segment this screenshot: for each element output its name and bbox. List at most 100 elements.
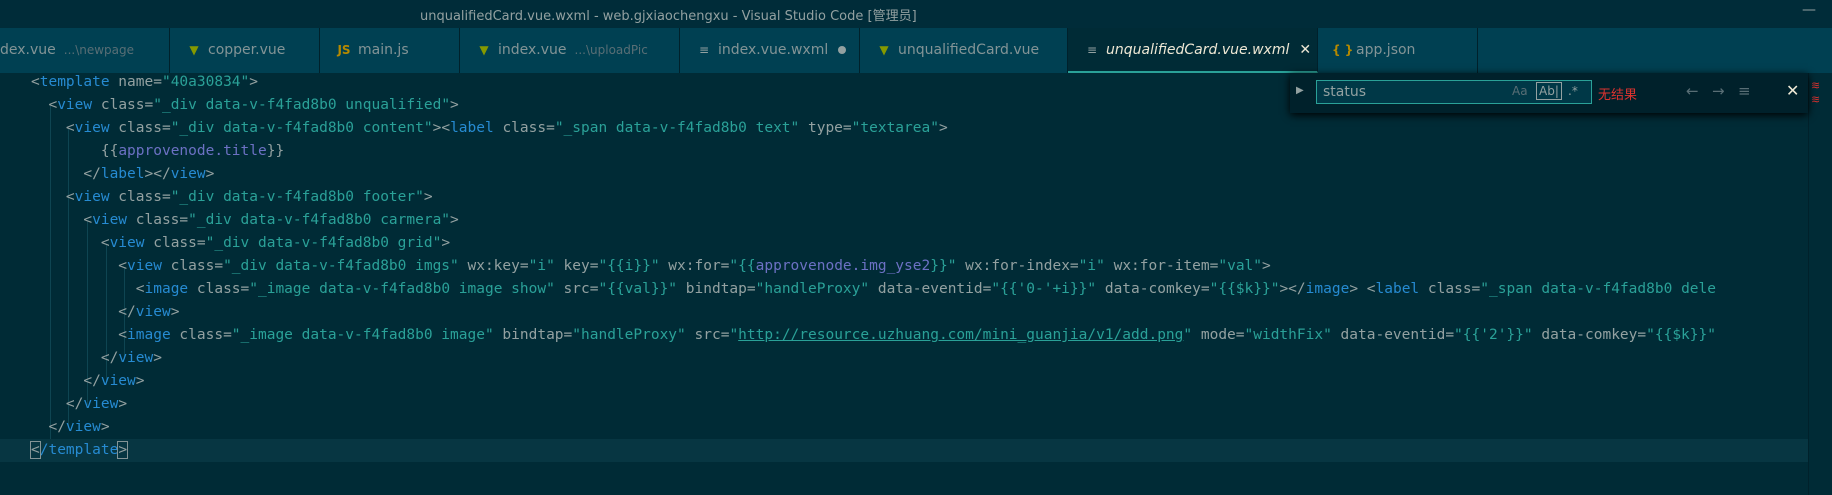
regex-button[interactable]: .* xyxy=(1568,84,1578,98)
code-link[interactable]: http://resource.uzhuang.com/mini_guanjia… xyxy=(738,327,1183,343)
code-token: >< xyxy=(432,120,451,136)
code-token: "{{i}}" xyxy=(598,258,660,274)
code-token: "val" xyxy=(1218,258,1263,274)
code-token: class= xyxy=(188,281,250,297)
tab[interactable]: ≡ unqualifiedCard.vue.wxml ✕ xyxy=(1068,28,1318,73)
code-token: "i" xyxy=(1078,258,1105,274)
tab[interactable]: ▼ copper.vue xyxy=(170,28,320,73)
vue-icon: ▼ xyxy=(479,43,489,57)
code-token: > xyxy=(423,189,433,205)
code-token: wx:for= xyxy=(659,258,730,274)
minimap[interactable]: ≋ ≋ xyxy=(1808,73,1832,495)
code-line[interactable]: </template> xyxy=(0,439,1832,462)
code-token: class= xyxy=(170,327,232,343)
code-token: }}" xyxy=(930,258,957,274)
code-line[interactable]: <image class="_image data-v-f4fad8b0 ima… xyxy=(0,324,1716,347)
whole-word-button[interactable]: Ab| xyxy=(1536,82,1562,100)
code-line[interactable]: <view class="_div data-v-f4fad8b0 unqual… xyxy=(0,94,458,117)
code-line[interactable]: </view> xyxy=(0,301,179,324)
code-token: view xyxy=(118,350,154,366)
code-line[interactable]: <view class="_div data-v-f4fad8b0 grid"> xyxy=(0,232,450,255)
match-case-button[interactable]: Aa xyxy=(1512,84,1528,98)
code-token: > xyxy=(100,419,110,435)
code-token: > xyxy=(450,212,459,228)
code-line[interactable]: </label></view> xyxy=(0,163,214,186)
code-token: "{{$k}}" xyxy=(1646,327,1716,343)
find-in-selection-button[interactable]: ≡ xyxy=(1738,82,1751,100)
code-token: < xyxy=(31,74,40,90)
code-token: key= xyxy=(554,258,599,274)
code-line[interactable]: <image class="_image data-v-f4fad8b0 ima… xyxy=(0,278,1716,301)
code-line[interactable]: <view class="_div data-v-f4fad8b0 footer… xyxy=(0,186,433,209)
code-token: </ xyxy=(31,396,84,412)
code-token: "{{'2'}}" xyxy=(1454,327,1533,343)
code-line[interactable]: <view class="_div data-v-f4fad8b0 conten… xyxy=(0,117,948,140)
code-line[interactable]: <view class="_div data-v-f4fad8b0 carmer… xyxy=(0,209,459,232)
code-token: {{ xyxy=(31,143,119,159)
code-token: approvenode.title xyxy=(118,143,267,159)
tab[interactable]: JS main.js xyxy=(320,28,460,73)
code-token: view xyxy=(170,166,206,182)
code-token: view xyxy=(135,304,171,320)
code-token: < xyxy=(31,189,75,205)
code-token: "{{$k}}" xyxy=(1209,281,1280,297)
minimap-mark: ≋ xyxy=(1811,79,1821,92)
code-line[interactable]: <view class="_div data-v-f4fad8b0 imgs" … xyxy=(0,255,1270,278)
title-bar: unqualifiedCard.vue.wxml - web.gjxiaoche… xyxy=(0,0,1832,28)
code-token: < xyxy=(31,97,58,113)
code-token: > xyxy=(117,441,129,459)
code-line[interactable]: </view> xyxy=(0,393,127,416)
code-token: > < xyxy=(1349,281,1376,297)
tab-label: main.js xyxy=(358,42,409,58)
tab[interactable]: ▼ index.vue ...\uploadPic xyxy=(460,28,680,73)
code-token: data-comkey= xyxy=(1096,281,1210,297)
minimize-button[interactable]: — xyxy=(1802,2,1816,18)
code-token: "_div data-v-f4fad8b0 imgs" xyxy=(223,258,459,274)
code-token: class= xyxy=(109,189,171,205)
unsaved-dot-icon[interactable] xyxy=(838,46,847,54)
code-token: < xyxy=(31,327,128,343)
code-token: "_image data-v-f4fad8b0 image show" xyxy=(249,281,555,297)
code-token: label xyxy=(450,120,494,136)
code-token: label xyxy=(100,166,145,182)
code-editor[interactable]: <template name="40a30834"> <view class="… xyxy=(0,73,1832,495)
code-token: image xyxy=(127,327,171,343)
code-line[interactable]: <template name="40a30834"> xyxy=(0,71,258,94)
tab[interactable]: dex.vue ...\newpage xyxy=(0,28,170,73)
tab-label: dex.vue xyxy=(0,42,56,58)
code-line[interactable]: </view> xyxy=(0,370,144,393)
code-token: "widthFix" xyxy=(1244,327,1332,343)
code-token: "handleProxy" xyxy=(755,281,870,297)
code-token: wx:for-item= xyxy=(1104,258,1219,274)
code-token: "_div data-v-f4fad8b0 carmera" xyxy=(188,212,451,228)
close-tab-icon[interactable]: ✕ xyxy=(1299,42,1311,58)
tab-label: unqualifiedCard.vue.wxml xyxy=(1106,42,1290,58)
code-line[interactable]: </view> xyxy=(0,347,162,370)
code-token: bindtap= xyxy=(493,327,573,343)
tab[interactable]: ▼ unqualifiedCard.vue xyxy=(860,28,1068,73)
code-token: view xyxy=(74,120,110,136)
editor-tab-bar: dex.vue ...\newpage ▼ copper.vue JS main.js ▼ i… xyxy=(0,28,1832,73)
code-token: < xyxy=(30,441,41,459)
code-token: view xyxy=(100,373,136,389)
code-token: < xyxy=(31,120,75,136)
code-token: "textarea" xyxy=(851,120,939,136)
code-token: class= xyxy=(493,120,555,136)
next-match-button[interactable]: → xyxy=(1712,82,1725,100)
code-token: class= xyxy=(1419,281,1481,297)
code-line[interactable]: {{approvenode.title}} xyxy=(0,140,284,163)
code-token: wx:for-index= xyxy=(956,258,1079,274)
toggle-replace-button[interactable]: ▶ xyxy=(1296,85,1304,96)
code-token: < xyxy=(31,281,145,297)
code-token: </ xyxy=(31,419,66,435)
tab[interactable]: ≡ index.vue.wxml xyxy=(680,28,860,73)
tab[interactable]: { } app.json xyxy=(1318,28,1478,73)
code-token: data-eventid= xyxy=(1331,327,1455,343)
close-find-button[interactable]: ✕ xyxy=(1786,81,1799,100)
previous-match-button[interactable]: ← xyxy=(1686,82,1699,100)
code-token: bindtap= xyxy=(677,281,756,297)
vue-icon: ▼ xyxy=(879,43,889,57)
code-line[interactable]: </view> xyxy=(0,416,110,439)
code-token: ></ xyxy=(1279,281,1306,297)
tab-path-hint: ...\newpage xyxy=(63,43,135,57)
